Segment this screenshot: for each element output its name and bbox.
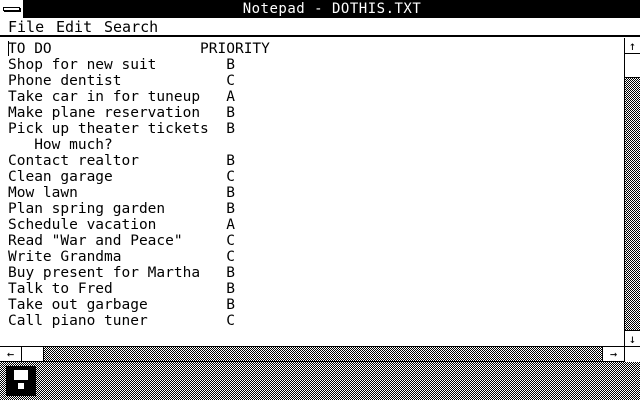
menu-edit[interactable]: Edit	[56, 18, 92, 36]
scrollbar-corner	[624, 346, 640, 362]
menu-bar: File Edit Search	[0, 18, 640, 37]
text-line: Call piano tuner C	[8, 313, 235, 329]
text-line: Read "War and Peace" C	[8, 233, 235, 249]
text-line: Phone dentist C	[8, 73, 235, 89]
floppy-disk-icon[interactable]	[6, 366, 36, 396]
scroll-left-arrow-icon[interactable]: ←	[0, 347, 22, 361]
text-line: Take car in for tuneup A	[8, 89, 235, 105]
horizontal-scroll-thumb[interactable]	[22, 347, 44, 361]
menu-search[interactable]: Search	[104, 18, 158, 36]
text-line: Mow lawn B	[8, 185, 235, 201]
title-bar[interactable]: Notepad - DOTHIS.TXT	[0, 0, 640, 18]
text-line: Schedule vacation A	[8, 217, 235, 233]
vertical-scrollbar[interactable]: ↑ ↓	[624, 38, 640, 346]
text-line: Plan spring garden B	[8, 201, 235, 217]
window-title: Notepad - DOTHIS.TXT	[242, 1, 422, 17]
menu-file[interactable]: File	[8, 18, 44, 36]
text-line: Contact realtor B	[8, 153, 235, 169]
text-line: Pick up theater tickets B	[8, 121, 235, 137]
text-editor-area[interactable]: TO DO PRIORITY Shop for new suit B Phone…	[0, 38, 624, 346]
text-line: TO DO PRIORITY	[8, 41, 270, 57]
disk-label	[14, 370, 28, 380]
scroll-up-arrow-icon[interactable]: ↑	[625, 38, 640, 54]
scroll-down-arrow-icon[interactable]: ↓	[625, 330, 640, 346]
system-menu-icon	[3, 7, 20, 11]
text-line: Take out garbage B	[8, 297, 235, 313]
horizontal-scrollbar[interactable]: ← →	[0, 346, 624, 362]
text-line: Talk to Fred B	[8, 281, 235, 297]
text-line: Write Grandma C	[8, 249, 235, 265]
vertical-scroll-thumb[interactable]	[625, 54, 640, 78]
system-menu-button[interactable]	[0, 0, 24, 18]
scroll-right-arrow-icon[interactable]: →	[602, 347, 624, 361]
desktop-icon-area	[0, 362, 640, 400]
text-line: How much?	[8, 137, 113, 153]
text-line: Shop for new suit B	[8, 57, 235, 73]
text-line: Make plane reservation B	[8, 105, 235, 121]
disk-hub	[18, 383, 24, 389]
text-line: Buy present for Martha B	[8, 265, 235, 281]
text-line: Clean garage C	[8, 169, 235, 185]
